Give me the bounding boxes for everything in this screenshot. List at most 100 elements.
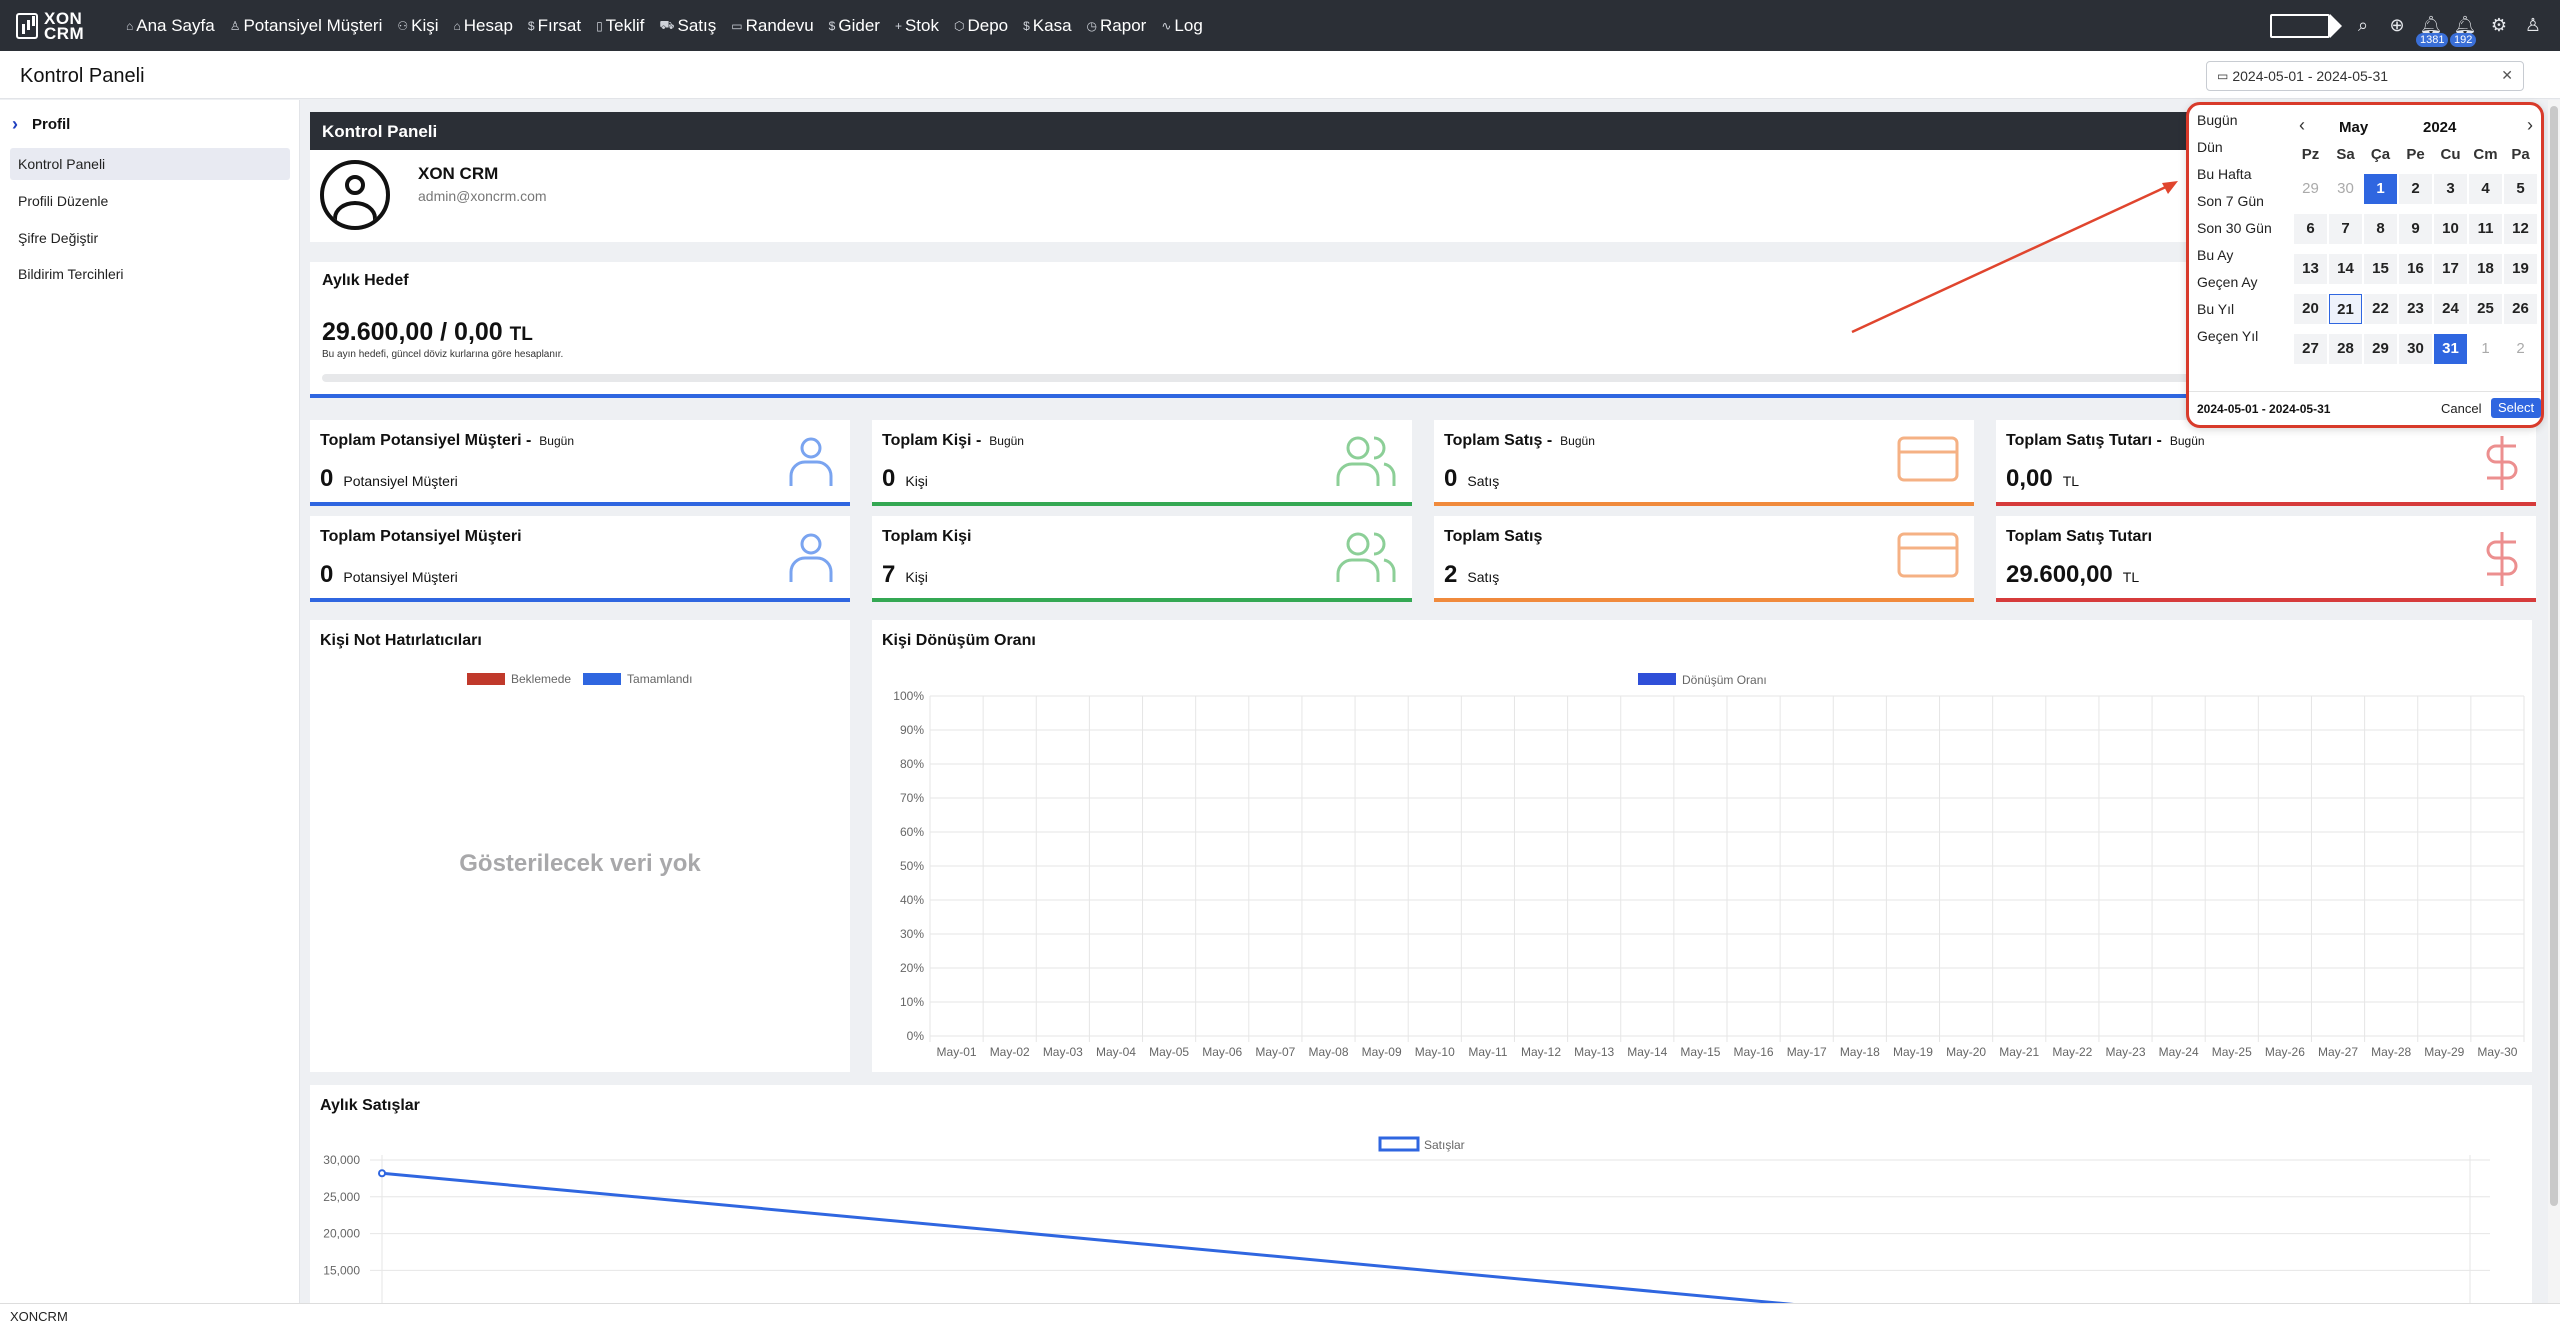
sidebar-item-edit-profile[interactable]: Profili Düzenle (10, 185, 290, 217)
calendar-day[interactable]: 4 (2469, 174, 2502, 204)
calendar-day[interactable]: 23 (2399, 294, 2432, 324)
app-logo[interactable]: XON CRM (16, 10, 106, 42)
legend-label[interactable]: Satışlar (1424, 1138, 1465, 1152)
calendar-day[interactable]: 30 (2329, 174, 2362, 204)
nav-item[interactable]: + Stok (895, 16, 939, 36)
preset-range-item[interactable]: Dün (2197, 140, 2287, 167)
scrollbar-thumb[interactable] (2550, 106, 2558, 1206)
calendar-day[interactable]: 18 (2469, 254, 2502, 284)
calendar-day[interactable]: 27 (2294, 334, 2327, 364)
legend-done[interactable]: Tamamlandı (627, 672, 692, 686)
preset-range-item[interactable]: Geçen Yıl (2197, 329, 2287, 356)
calendar-day[interactable]: 12 (2504, 214, 2537, 244)
preset-range-item[interactable]: Bugün (2197, 113, 2287, 140)
calendar-day[interactable]: 29 (2364, 334, 2397, 364)
legend-label[interactable]: Dönüşüm Oranı (1682, 673, 1767, 687)
sidebar-item-change-password[interactable]: Şifre Değiştir (10, 222, 290, 254)
calendar-day[interactable]: 7 (2329, 214, 2362, 244)
legend-pending[interactable]: Beklemede (511, 672, 571, 686)
calendar-day[interactable]: 2 (2504, 334, 2537, 364)
calendar-week: 27 28 29 30 31 1 2 (2293, 329, 2539, 369)
stat-icon-wrap (786, 434, 836, 493)
calendar-day[interactable]: 21 (2329, 294, 2362, 324)
page-header: Kontrol Paneli ▭ 2024-05-01 - 2024-05-31… (0, 51, 2560, 99)
year-select[interactable]: 2024 (2423, 119, 2456, 136)
calendar-day[interactable]: 16 (2399, 254, 2432, 284)
reminder-bell-icon[interactable]: 🔔︎ 192 (2448, 0, 2482, 51)
calendar-day[interactable]: 11 (2469, 214, 2502, 244)
preset-range-item[interactable]: Geçen Ay (2197, 275, 2287, 302)
search-icon[interactable]: ⌕ (2346, 0, 2380, 51)
nav-item[interactable]: ⚇ Kişi (397, 16, 438, 36)
preset-range-item[interactable]: Son 7 Gün (2197, 194, 2287, 221)
calendar-day[interactable]: 3 (2434, 174, 2467, 204)
nav-item[interactable]: ♙ Potansiyel Müşteri (230, 16, 383, 36)
nav-item[interactable]: ▯ Teklif (596, 16, 644, 36)
nav-item[interactable]: $ Kasa (1023, 16, 1071, 36)
document-icon: ▯ (596, 18, 603, 33)
calendar-day[interactable]: 25 (2469, 294, 2502, 324)
stat-unit: Potansiyel Müşteri (343, 569, 458, 585)
calendar-day[interactable]: 28 (2329, 334, 2362, 364)
month-select[interactable]: May (2339, 119, 2368, 136)
calendar-day[interactable]: 1 (2364, 174, 2397, 204)
nav-item[interactable]: $ Gider (829, 16, 880, 36)
calendar-day[interactable]: 30 (2399, 334, 2432, 364)
settings-gear-icon[interactable]: ⚙ (2482, 0, 2516, 51)
calendar-day[interactable]: 22 (2364, 294, 2397, 324)
nav-item[interactable]: ⌂ Hesap (454, 16, 513, 36)
sales-data-point[interactable] (378, 1169, 386, 1178)
calendar-day[interactable]: 29 (2294, 174, 2327, 204)
calendar-day[interactable]: 1 (2469, 334, 2502, 364)
x-tick-label: May-17 (1787, 1045, 1827, 1059)
calendar-day[interactable]: 17 (2434, 254, 2467, 284)
calendar-day[interactable]: 8 (2364, 214, 2397, 244)
calendar-day[interactable]: 6 (2294, 214, 2327, 244)
calendar-day[interactable]: 2 (2399, 174, 2432, 204)
date-range-input[interactable]: ▭ 2024-05-01 - 2024-05-31 ✕ (2206, 61, 2524, 91)
clear-date-icon[interactable]: ✕ (2501, 67, 2513, 84)
nav-item[interactable]: ⛟ Satış (659, 16, 716, 36)
calendar-day[interactable]: 14 (2329, 254, 2362, 284)
calendar-day[interactable]: 19 (2504, 254, 2537, 284)
calendar-day[interactable]: 10 (2434, 214, 2467, 244)
user-account-icon[interactable]: ♙ (2516, 0, 2550, 51)
cancel-button[interactable]: Cancel (2435, 399, 2487, 419)
nav-item[interactable]: ⌂ Ana Sayfa (126, 16, 215, 36)
stat-title: Toplam Kişi - Bugün (882, 432, 1024, 450)
preset-range-item[interactable]: Bu Hafta (2197, 167, 2287, 194)
sidebar-item-notification-prefs[interactable]: Bildirim Tercihleri (10, 258, 290, 290)
calendar-day[interactable]: 13 (2294, 254, 2327, 284)
arrow-shape-icon[interactable] (2270, 13, 2342, 38)
calendar-day[interactable]: 24 (2434, 294, 2467, 324)
nav-item[interactable]: ▭ Randevu (731, 16, 813, 36)
y-tick-label: 60% (900, 825, 924, 839)
prev-month-icon[interactable]: ‹ (2299, 115, 2305, 136)
x-tick-label: May-07 (1255, 1045, 1295, 1059)
calendar-day[interactable]: 15 (2364, 254, 2397, 284)
nav-item-label: Log (1174, 15, 1203, 35)
nav-item[interactable]: ∿ Log (1161, 16, 1202, 36)
preset-range-item[interactable]: Bu Ay (2197, 248, 2287, 275)
select-button[interactable]: Select (2491, 398, 2542, 418)
sidebar-header[interactable]: › Profil (12, 114, 70, 135)
x-tick-label: May-09 (1362, 1045, 1402, 1059)
calendar-day[interactable]: 5 (2504, 174, 2537, 204)
stat-number: 0 (1444, 465, 1458, 492)
preset-range-item[interactable]: Son 30 Gün (2197, 221, 2287, 248)
clock-icon: ◷ (1086, 18, 1098, 33)
calendar-day[interactable]: 31 (2434, 334, 2467, 364)
page-scrollbar[interactable] (2548, 100, 2560, 1303)
calendar-day[interactable]: 9 (2399, 214, 2432, 244)
calendar-day[interactable]: 26 (2504, 294, 2537, 324)
nav-item[interactable]: ⬡ Depo (954, 16, 1008, 36)
notification-bell-icon[interactable]: 🔔︎ 1381 (2414, 0, 2449, 51)
preset-range-item[interactable]: Bu Yıl (2197, 302, 2287, 329)
calendar-week: 13 14 15 16 17 18 19 (2293, 249, 2539, 289)
nav-item[interactable]: ◷ Rapor (1087, 16, 1147, 36)
calendar-day[interactable]: 20 (2294, 294, 2327, 324)
sidebar-item-dashboard[interactable]: Kontrol Paneli (10, 148, 290, 180)
nav-item[interactable]: $ Fırsat (528, 16, 581, 36)
add-circle-icon[interactable]: ⊕ (2380, 0, 2414, 51)
next-month-icon[interactable]: › (2527, 115, 2533, 136)
